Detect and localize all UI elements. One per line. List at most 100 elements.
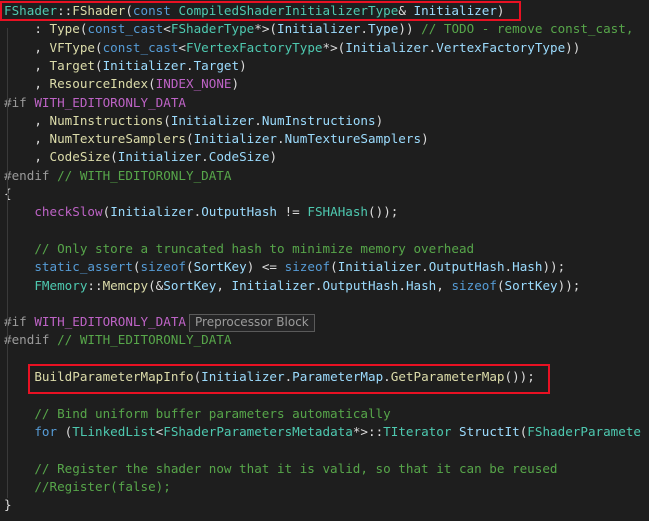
code-token: ()); [368, 204, 399, 220]
code-line[interactable]: static_assert(sizeof(SortKey) <= sizeof(… [4, 258, 565, 276]
code-token: Initializer [193, 131, 277, 147]
code-line[interactable]: #if WITH_EDITORONLY_DATA Preprocessor Blo… [4, 313, 315, 332]
code-token: , [4, 131, 50, 147]
code-token: :: [57, 3, 73, 18]
code-token: FShaderType [170, 21, 255, 37]
code-line[interactable]: , VFType(const_cast<FVertexFactoryType*>… [4, 39, 580, 57]
code-token: FShaderParamete [527, 423, 642, 439]
code-line[interactable]: BuildParameterMapInfo(Initializer.Parame… [4, 368, 535, 386]
code-token: ( [148, 76, 156, 92]
code-token: Target [49, 57, 96, 73]
code-line[interactable]: #if WITH_EDITORONLY_DATA [4, 94, 186, 112]
code-token: : [4, 21, 50, 37]
code-token: Initializer [201, 369, 285, 384]
code-token: , [4, 57, 50, 73]
code-token: sizeof [451, 277, 497, 293]
code-token: , [4, 112, 50, 128]
code-token: Hash [405, 277, 437, 293]
code-token: ) [269, 149, 278, 165]
code-token: Target [193, 57, 240, 73]
code-token: //Register(false); [34, 478, 171, 494]
code-token: Type [368, 21, 399, 37]
code-token: , [216, 277, 232, 293]
code-token: , [4, 149, 50, 165]
code-token: const [132, 3, 171, 18]
code-token: . [421, 259, 429, 275]
code-line[interactable]: checkSlow(Initializer.OutputHash != FSHA… [4, 203, 398, 221]
code-line[interactable]: , CodeSize(Initializer.CodeSize) [4, 148, 277, 166]
code-line[interactable]: FMemory::Memcpy(&SortKey, Initializer.Ou… [4, 277, 580, 295]
code-token: OutputHash [322, 277, 399, 293]
code-token: , [4, 76, 50, 92]
code-token: ( [186, 259, 194, 275]
code-token: . [186, 57, 194, 73]
preprocessor-block-tooltip: Preprocessor Block [189, 313, 315, 332]
code-token: const_cast [87, 21, 164, 37]
code-token: StructIt [459, 423, 520, 439]
code-token: (& [148, 277, 164, 293]
code-token: // Only store a truncated hash to minimi… [34, 240, 475, 256]
code-token: Initializer [277, 21, 361, 37]
code-token: OutputHash [428, 259, 505, 275]
code-token: Initializer [102, 57, 186, 73]
code-editor[interactable]: FShader::FShader(const CompiledShaderIni… [0, 0, 649, 521]
code-line[interactable]: FShader::FShader(const CompiledShaderIni… [4, 2, 505, 20]
code-token: BuildParameterMapInfo [34, 369, 194, 384]
code-token: const_cast [102, 39, 179, 55]
code-token: NumTextureSamplers [284, 131, 422, 147]
code-token: FShader [4, 3, 58, 18]
code-line[interactable]: #endif // WITH_EDITORONLY_DATA [4, 167, 231, 185]
code-token: for [34, 423, 58, 439]
code-token: ) [421, 131, 429, 147]
code-token: *>( [322, 39, 346, 55]
code-line[interactable]: #endif // WITH_EDITORONLY_DATA [4, 331, 231, 349]
code-token: ( [125, 3, 133, 18]
code-token: GetParameterMap [390, 369, 505, 384]
code-token: < [163, 21, 171, 37]
code-token: Hash [512, 259, 543, 275]
code-token: // WITH_EDITORONLY_DATA [57, 332, 232, 348]
code-token: VertexFactoryType [436, 39, 566, 55]
code-token: // WITH_EDITORONLY_DATA [57, 167, 232, 183]
code-token: FShaderParametersMetadata [163, 423, 353, 439]
code-line[interactable]: , NumTextureSamplers(Initializer.NumText… [4, 130, 429, 148]
indent-guide [7, 28, 8, 498]
code-token: FMemory [34, 277, 88, 293]
code-token: ) [239, 57, 247, 73]
code-token: )); [557, 277, 581, 293]
code-token: FSHAHash [307, 204, 369, 220]
code-token: SortKey [163, 277, 217, 293]
code-token: . [504, 259, 513, 275]
code-line[interactable]: , ResourceIndex(INDEX_NONE) [4, 75, 239, 93]
code-token: FShader [72, 3, 126, 18]
code-token: // TODO - remove const_cast, [421, 21, 634, 37]
code-token: #if [4, 314, 35, 330]
code-line[interactable]: , NumInstructions(Initializer.NumInstruc… [4, 112, 383, 130]
code-line[interactable]: } [4, 496, 12, 514]
code-token: CompiledShaderInitializerType [178, 3, 399, 18]
code-line[interactable]: , Target(Initializer.Target) [4, 57, 247, 75]
code-line[interactable]: for (TLinkedList<FShaderParametersMetada… [4, 423, 641, 441]
code-token: FVertexFactoryType [186, 39, 323, 55]
code-line[interactable]: //Register(false); [4, 478, 171, 496]
code-token: static_assert [34, 259, 133, 275]
code-line[interactable]: // Register the shader now that it is va… [4, 460, 557, 478]
code-token: :: [87, 277, 103, 293]
code-token: ( [57, 423, 73, 439]
code-token: Initializer [110, 204, 194, 220]
code-token: WITH_EDITORONLY_DATA [34, 94, 186, 110]
code-line[interactable]: // Bind uniform buffer parameters automa… [4, 405, 390, 423]
code-line[interactable]: : Type(const_cast<FShaderType*>(Initiali… [4, 20, 633, 38]
code-token: sizeof [140, 259, 187, 275]
code-token: Initializer [345, 39, 429, 55]
code-token: ResourceIndex [49, 76, 149, 92]
code-token: CodeSize [208, 149, 270, 165]
code-token: ( [95, 57, 103, 73]
code-token: )) [398, 21, 422, 37]
code-token: checkSlow [34, 204, 103, 220]
code-line[interactable]: // Only store a truncated hash to minimi… [4, 240, 474, 258]
